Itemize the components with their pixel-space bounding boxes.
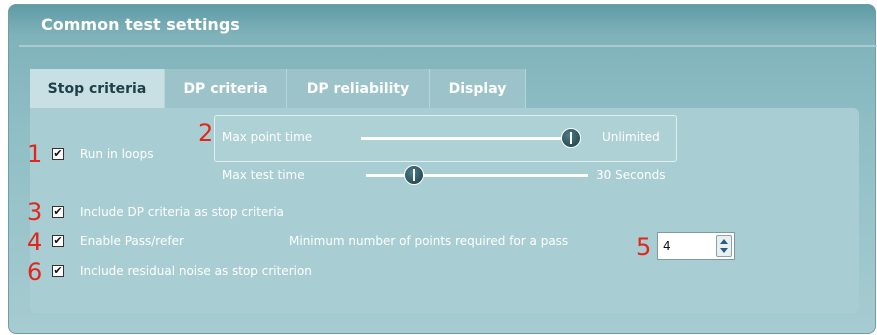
min-points-spinbox[interactable]: 4 <box>657 232 735 260</box>
annotation-marker-5: 5 <box>636 233 652 261</box>
spin-up-icon[interactable] <box>720 239 728 244</box>
max-test-time-value: 30 Seconds <box>596 168 666 182</box>
panel-title: Common test settings <box>41 15 240 34</box>
max-point-time-label: Max point time <box>222 130 313 144</box>
run-in-loops-checkbox[interactable]: ✔ <box>52 148 64 160</box>
spin-down-icon[interactable] <box>720 248 728 253</box>
include-dp-criteria-label: Include DP criteria as stop criteria <box>80 205 284 219</box>
annotation-marker-3: 3 <box>27 198 43 226</box>
annotation-marker-6: 6 <box>27 258 43 286</box>
tab-display[interactable]: Display <box>430 69 526 108</box>
spin-buttons[interactable] <box>716 235 732 257</box>
enable-pass-refer-checkbox[interactable]: ✔ <box>52 235 64 247</box>
annotation-marker-4: 4 <box>27 228 43 256</box>
min-points-label: Minimum number of points required for a … <box>289 234 569 248</box>
include-residual-noise-checkbox[interactable]: ✔ <box>52 265 64 277</box>
max-test-time-track[interactable] <box>366 174 588 177</box>
title-divider <box>19 45 877 47</box>
enable-pass-refer-label: Enable Pass/refer <box>80 234 184 248</box>
tab-dp-criteria[interactable]: DP criteria <box>165 69 287 108</box>
annotation-marker-2: 2 <box>198 119 214 147</box>
include-dp-criteria-checkbox[interactable]: ✔ <box>52 206 64 218</box>
annotation-marker-1: 1 <box>27 140 43 168</box>
tab-stop-criteria[interactable]: Stop criteria <box>30 69 165 108</box>
min-points-value[interactable]: 4 <box>663 239 671 253</box>
max-test-time-thumb[interactable] <box>404 165 424 185</box>
max-point-time-thumb[interactable] <box>561 128 581 148</box>
run-in-loops-label: Run in loops <box>80 147 154 161</box>
max-point-time-track[interactable] <box>361 137 575 140</box>
tab-dp-reliability[interactable]: DP reliability <box>287 69 430 108</box>
include-residual-noise-label: Include residual noise as stop criterion <box>80 264 312 278</box>
max-point-time-value: Unlimited <box>602 130 660 144</box>
max-test-time-label: Max test time <box>222 168 305 182</box>
